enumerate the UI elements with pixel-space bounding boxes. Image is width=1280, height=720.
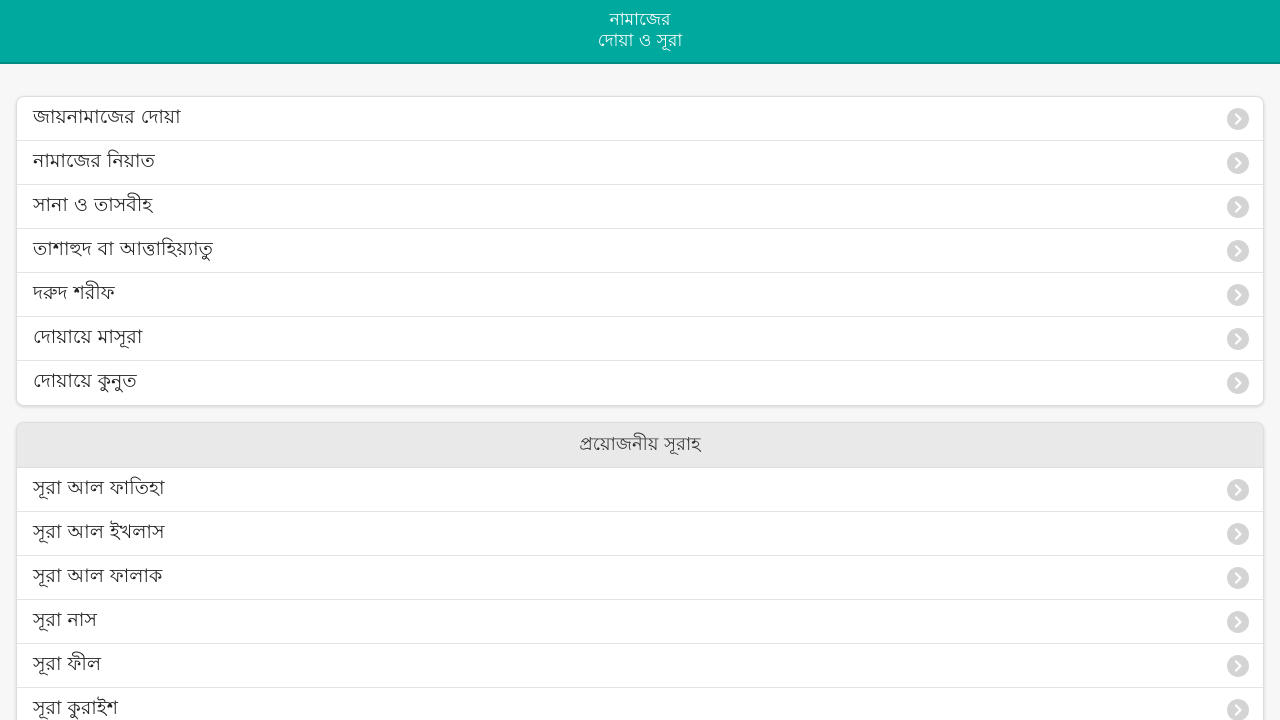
list-item-label: সূরা নাস [33,608,97,631]
chevron-right-circle-icon [1227,283,1249,306]
list-item-dua-5[interactable]: দরুদ শরীফ [17,273,1263,317]
list-item-label: সূরা আল ফাতিহা [33,476,165,499]
list-item-label: দোয়ায়ে মাসূরা [33,325,143,348]
chevron-right-circle-icon [1227,654,1249,677]
list-item-dua-3[interactable]: সানা ও তাসবীহ [17,185,1263,229]
list-item-label: সানা ও তাসবীহ [33,193,153,216]
chevron-right-circle-icon [1227,566,1249,589]
list-item-label: জায়নামাজের দোয়া [33,105,181,128]
list-item-dua-2[interactable]: নামাজের নিয়াত [17,141,1263,185]
chevron-right-circle-icon [1227,151,1249,174]
main-content: জায়নামাজের দোয়া নামাজের নিয়াত সানা ও … [0,64,1280,720]
section-title: প্রয়োজনীয় সূরাহ [17,423,1263,468]
duas-list: জায়নামাজের দোয়া নামাজের নিয়াত সানা ও … [16,96,1264,406]
list-item-label: সূরা ফীল [33,652,102,675]
list-item-dua-6[interactable]: দোয়ায়ে মাসূরা [17,317,1263,361]
chevron-right-circle-icon [1227,610,1249,633]
list-item-surah-6[interactable]: সূরা কুরাইশ [17,688,1263,720]
chevron-right-circle-icon [1227,239,1249,262]
app-header: নামাজের দোয়া ও সূরা [0,0,1280,64]
list-item-surah-3[interactable]: সূরা আল ফালাক [17,556,1263,600]
list-item-label: সূরা কুরাইশ [33,697,118,719]
chevron-right-circle-icon [1227,372,1249,394]
chevron-right-circle-icon [1227,327,1249,350]
list-item-surah-1[interactable]: সূরা আল ফাতিহা [17,468,1263,512]
list-item-label: সূরা আল ফালাক [33,564,163,587]
chevron-right-circle-icon [1227,107,1249,130]
list-item-dua-4[interactable]: তাশাহুদ বা আত্তাহিয়্যাতু [17,229,1263,273]
chevron-right-circle-icon [1227,195,1249,218]
page-title-line-1: নামাজের [609,10,671,30]
chevron-right-circle-icon [1227,699,1249,720]
chevron-right-circle-icon [1227,522,1249,545]
list-item-dua-7[interactable]: দোয়ায়ে কুনুত [17,361,1263,405]
list-item-label: নামাজের নিয়াত [33,149,155,172]
list-item-label: দরুদ শরীফ [33,281,115,304]
list-item-label: দোয়ায়ে কুনুত [33,370,137,392]
chevron-right-circle-icon [1227,478,1249,501]
surahs-list: প্রয়োজনীয় সূরাহ সূরা আল ফাতিহা সূরা আল… [16,422,1264,720]
list-item-label: সূরা আল ইখলাস [33,520,165,543]
list-item-dua-1[interactable]: জায়নামাজের দোয়া [17,97,1263,141]
list-item-surah-5[interactable]: সূরা ফীল [17,644,1263,688]
list-item-surah-2[interactable]: সূরা আল ইখলাস [17,512,1263,556]
list-item-label: তাশাহুদ বা আত্তাহিয়্যাতু [33,237,213,260]
list-item-surah-4[interactable]: সূরা নাস [17,600,1263,644]
page-title-line-2: দোয়া ও সূরা [597,31,683,51]
